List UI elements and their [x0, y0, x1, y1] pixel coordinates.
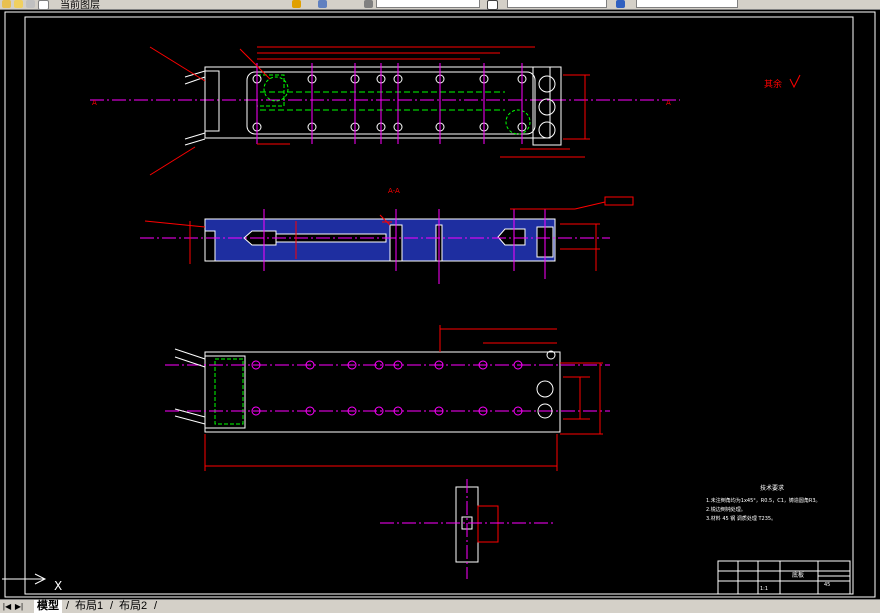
tech-requirements: 技术要求 1.未注倒角均为1x45°，R0.5，C1，铸造圆角R3。 2.锐边倒… [706, 484, 821, 522]
title-block [717, 560, 851, 595]
color-control-icon[interactable] [364, 0, 373, 8]
color-control-field[interactable] [376, 0, 480, 8]
tab-separator: / [154, 600, 158, 612]
title-material: 45 [824, 582, 830, 588]
detail-view [380, 479, 553, 579]
tab-separator: / [110, 600, 114, 612]
tab-first-icon[interactable]: |◀ [2, 601, 12, 612]
lineweight-icon[interactable] [616, 0, 625, 8]
tab-layout2[interactable]: 布局2 [116, 600, 150, 613]
section-label-a-left: A [92, 99, 97, 107]
open-file-icon[interactable] [2, 0, 11, 8]
lineweight-field[interactable] [636, 0, 738, 8]
roughness-symbol-icon [789, 74, 801, 89]
layer-previous-icon[interactable] [292, 0, 301, 8]
top-view: A A 其余 [90, 46, 801, 176]
roughness-note: 其余 [764, 78, 782, 90]
drawing-canvas[interactable]: A A 其余 A-A 技术要求 1.未注倒角均为1x45°，R0.5，C1，铸造… [0, 9, 880, 599]
section-label-a-right: A [666, 99, 671, 107]
layer-state-icon[interactable] [14, 0, 23, 8]
layer-manager-icon[interactable] [318, 0, 327, 8]
tech-line-3: 3.材料 45 钢 调质处理 T235。 [706, 515, 776, 522]
ucs-icon [2, 573, 47, 585]
title-part-name: 底板 [792, 571, 804, 579]
tech-line-2: 2.锐边倒钝处理。 [706, 506, 746, 513]
linetype-field[interactable] [507, 0, 607, 8]
drawing-svg[interactable]: A A 其余 A-A 技术要求 1.未注倒角均为1x45°，R0.5，C1，铸造… [0, 9, 880, 599]
layout-tabs: |◀ ▶| 模型 / 布局1 / 布局2 / [0, 599, 880, 613]
bottom-view [165, 325, 610, 471]
tab-layout1[interactable]: 布局1 [72, 600, 106, 613]
ucs-x-label: X [54, 579, 63, 593]
section-title-aa: A-A [388, 187, 400, 195]
section-view: A-A [140, 187, 634, 284]
tech-line-1: 1.未注倒角均为1x45°，R0.5，C1，铸造圆角R3。 [706, 497, 821, 504]
title-scale: 1:1 [760, 586, 768, 592]
layer-lock-icon[interactable] [26, 0, 35, 8]
tab-separator: / [66, 600, 70, 612]
tab-next-icon[interactable]: ▶| [14, 601, 24, 612]
tech-title: 技术要求 [760, 484, 784, 492]
tab-model[interactable]: 模型 [34, 600, 62, 613]
